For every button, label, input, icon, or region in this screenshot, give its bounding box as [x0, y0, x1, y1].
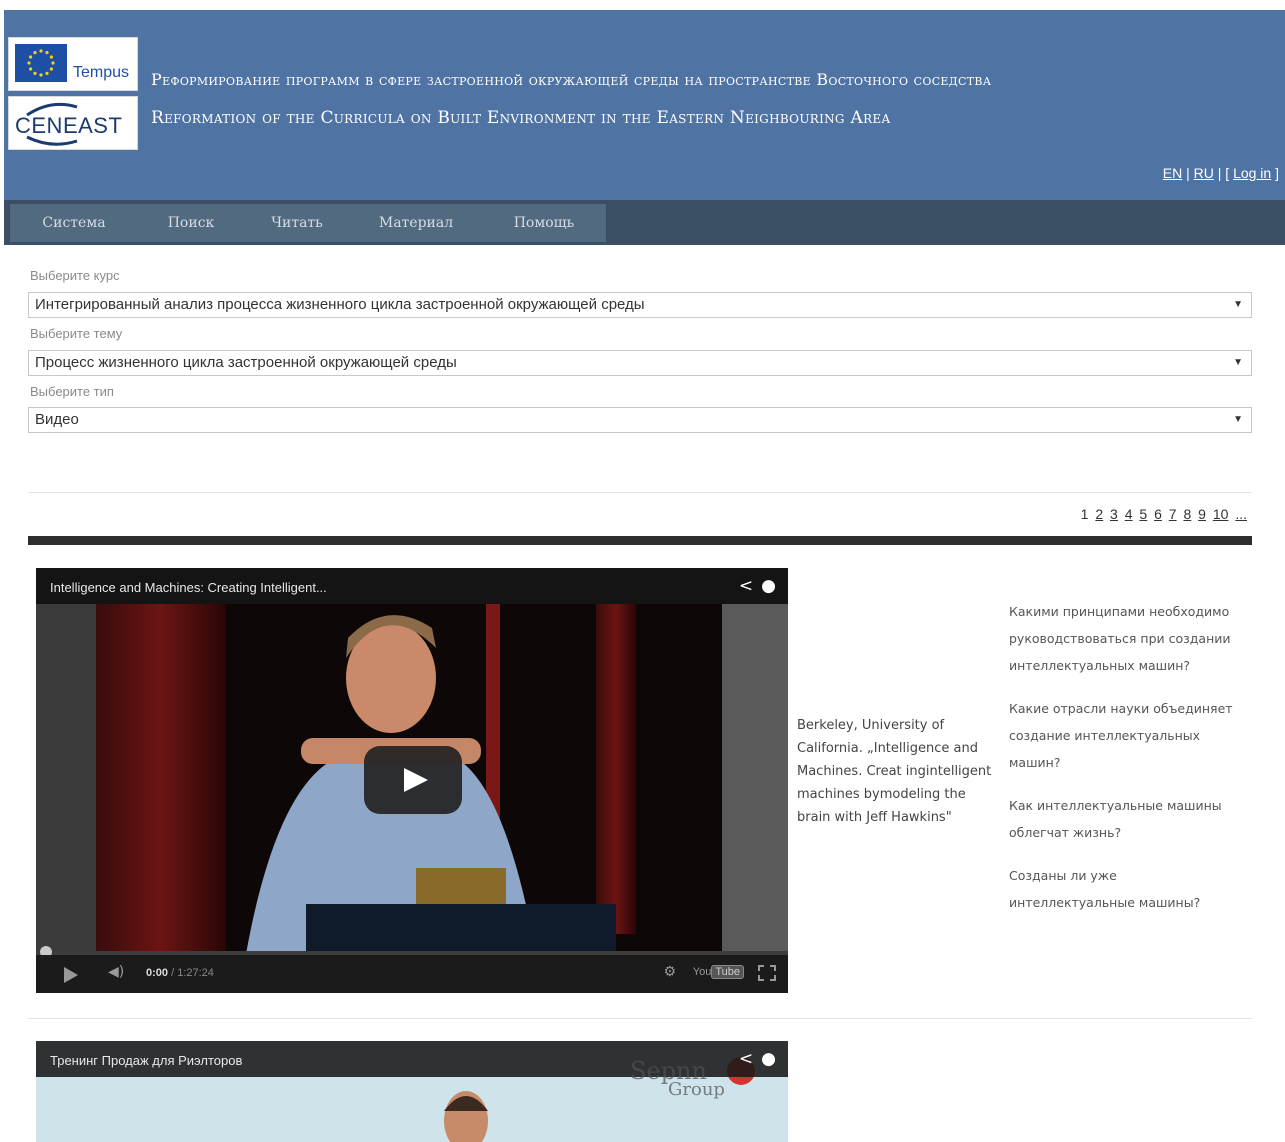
nav-item-search[interactable]: Поиск: [138, 204, 244, 242]
lang-ru-link[interactable]: RU: [1194, 165, 1214, 181]
info-icon[interactable]: ●: [761, 576, 776, 596]
youtube-logo-icon[interactable]: You Tube: [692, 965, 744, 979]
play-button[interactable]: [364, 746, 462, 814]
pagination: 1 2 3 4 5 6 7 8 9 10 ...: [1078, 506, 1247, 522]
lang-en-link[interactable]: EN: [1163, 165, 1182, 181]
login-bracket-close: ]: [1271, 165, 1279, 181]
control-play-icon[interactable]: [64, 967, 78, 983]
time-total: / 1:27:24: [171, 967, 214, 979]
dropdown-arrow-icon: ▼: [1233, 357, 1243, 368]
video-questions: Какими принципами необходимо руководство…: [1009, 598, 1245, 932]
video-player-1[interactable]: Intelligence and Machines: Creating Inte…: [36, 568, 788, 993]
pager-page-4[interactable]: 4: [1125, 506, 1133, 522]
divider: [28, 1018, 1252, 1019]
main-nav: Система Поиск Читать Материал Помощь: [4, 200, 1285, 245]
type-select-value: Видео: [35, 411, 79, 428]
video-player-2[interactable]: Тренинг Продаж для Риэлторов Sepnn Group…: [36, 1041, 788, 1142]
video-time: 0:00 / 1:27:24: [146, 967, 214, 979]
pager-more[interactable]: ...: [1235, 506, 1247, 522]
youtube-logo-box: Tube: [711, 965, 744, 979]
nav-item-system[interactable]: Система: [10, 204, 138, 242]
divider: [28, 492, 1252, 493]
share-icon[interactable]: <: [739, 1049, 753, 1069]
nav-item-material[interactable]: Материал: [350, 204, 482, 242]
share-icon[interactable]: <: [739, 576, 753, 596]
nav-item-help[interactable]: Помощь: [482, 204, 606, 242]
pager-page-9[interactable]: 9: [1198, 506, 1206, 522]
site-header: Tempus CENEAST Реформирование программ в…: [4, 10, 1285, 200]
ceneast-logo-text: CENEAST: [15, 113, 123, 138]
eu-flag-icon: [15, 44, 67, 82]
video-top-controls: < ●: [731, 1049, 776, 1069]
fullscreen-icon[interactable]: [758, 965, 776, 981]
tempus-logo-text: Tempus: [73, 64, 130, 81]
tempus-logo[interactable]: Tempus: [8, 37, 138, 91]
nav-item-read[interactable]: Читать: [244, 204, 350, 242]
question-item: Какими принципами необходимо руководство…: [1009, 604, 1231, 673]
dropdown-arrow-icon: ▼: [1233, 299, 1243, 310]
lang-separator: |: [1182, 165, 1194, 181]
pager-page-5[interactable]: 5: [1139, 506, 1147, 522]
type-select[interactable]: Видео ▼: [28, 407, 1252, 433]
type-label: Выберите тип: [30, 384, 114, 399]
video-control-bar: ◀) 0:00 / 1:27:24 ⚙ You Tube: [36, 955, 788, 993]
youtube-logo-text: You: [692, 966, 712, 978]
video-caption: Berkeley, University of California. „Int…: [797, 718, 992, 825]
video-title[interactable]: Intelligence and Machines: Creating Inte…: [50, 580, 327, 595]
lang-separator: |: [1213, 165, 1226, 181]
video-top-controls: < ●: [731, 576, 776, 596]
volume-icon[interactable]: ◀): [108, 964, 124, 980]
ceneast-logo[interactable]: CENEAST: [8, 96, 138, 150]
login-link[interactable]: Log in: [1233, 165, 1271, 181]
pager-current: 1: [1080, 506, 1089, 522]
header-title-ru: Реформирование программ в сфере застроен…: [151, 70, 992, 89]
group-watermark: Group: [668, 1079, 725, 1100]
header-title-en: Reformation of the Curricula on Built En…: [151, 108, 891, 128]
video-title[interactable]: Тренинг Продаж для Риэлторов: [50, 1053, 242, 1068]
login-bracket-open: [: [1225, 165, 1234, 181]
pager-page-3[interactable]: 3: [1110, 506, 1118, 522]
pager-page-8[interactable]: 8: [1183, 506, 1191, 522]
pager-page-10[interactable]: 10: [1213, 506, 1229, 522]
pager-page-7[interactable]: 7: [1169, 506, 1177, 522]
top-strip: [0, 0, 1285, 10]
content-divider: [28, 536, 1252, 545]
question-item: Какие отрасли науки объединяет создание …: [1009, 701, 1233, 770]
settings-gear-icon[interactable]: ⚙: [663, 964, 676, 980]
topic-select-value: Процесс жизненного цикла застроенной окр…: [35, 354, 457, 371]
question-item: Созданы ли уже интеллектуальные машины?: [1009, 868, 1201, 910]
topic-select[interactable]: Процесс жизненного цикла застроенной окр…: [28, 350, 1252, 376]
course-select[interactable]: Интегрированный анализ процесса жизненно…: [28, 292, 1252, 318]
info-icon[interactable]: ●: [761, 1049, 776, 1069]
pager-page-2[interactable]: 2: [1095, 506, 1103, 522]
topic-label: Выберите тему: [30, 326, 123, 341]
pager-page-6[interactable]: 6: [1154, 506, 1162, 522]
course-select-value: Интегрированный анализ процесса жизненно…: [35, 296, 645, 313]
question-item: Как интеллектуальные машины облегчат жиз…: [1009, 798, 1222, 840]
course-label: Выберите курс: [30, 268, 120, 283]
time-current: 0:00: [146, 967, 169, 979]
dropdown-arrow-icon: ▼: [1233, 414, 1243, 425]
language-links: EN | RU | [ Log in ]: [1163, 165, 1279, 181]
